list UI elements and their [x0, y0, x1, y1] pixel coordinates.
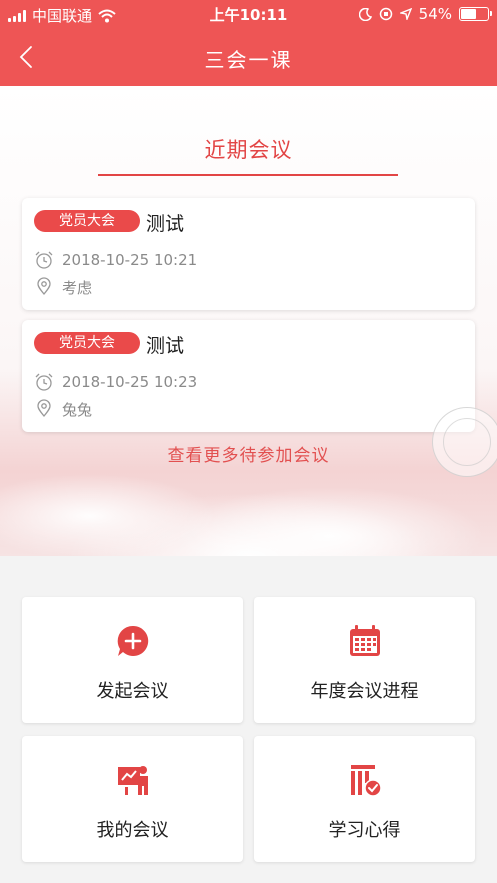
notes-check-icon	[351, 765, 382, 797]
meeting-type-badge: 党员大会	[34, 210, 140, 232]
moon-icon	[358, 7, 372, 21]
status-bar: 中国联通 上午10:11 54%	[0, 0, 497, 28]
tile-label: 学习心得	[328, 820, 401, 841]
location-pin-icon	[37, 399, 51, 418]
meeting-card[interactable]: 党员大会 测试 2018-10-25 10:23 兔兔	[22, 320, 475, 432]
meeting-location: 兔兔	[62, 401, 93, 419]
status-right: 54%	[358, 5, 492, 23]
section-underline	[98, 174, 398, 176]
meeting-datetime: 2018-10-25 10:23	[62, 373, 198, 391]
add-chat-icon	[117, 625, 149, 656]
location-arrow-icon	[399, 8, 412, 20]
location-pin-icon	[37, 277, 51, 296]
meeting-name: 测试	[146, 213, 185, 235]
nav-bar: 三会一课	[0, 28, 497, 86]
more-meetings-link[interactable]: 查看更多待参加会议	[0, 441, 497, 466]
tile-label: 我的会议	[96, 820, 169, 841]
study-notes-tile[interactable]: 学习心得	[254, 736, 475, 862]
tile-label: 年度会议进程	[310, 681, 419, 702]
alarm-clock-icon	[35, 373, 53, 391]
annual-progress-tile[interactable]: 年度会议进程	[254, 597, 475, 723]
my-meetings-tile[interactable]: 我的会议	[22, 736, 243, 862]
calendar-icon	[350, 625, 380, 656]
meeting-name: 测试	[146, 335, 185, 357]
start-meeting-tile[interactable]: 发起会议	[22, 597, 243, 723]
battery-percent: 54%	[418, 5, 452, 23]
meeting-location: 考虑	[62, 279, 93, 297]
meeting-datetime: 2018-10-25 10:21	[62, 251, 198, 269]
meeting-type-badge: 党员大会	[34, 332, 140, 354]
page-title: 三会一课	[204, 48, 293, 72]
section-title: 近期会议	[204, 138, 293, 162]
tile-label: 发起会议	[96, 681, 169, 702]
presenter-icon	[118, 766, 148, 795]
floating-assistive-button[interactable]	[432, 407, 497, 477]
rotation-lock-icon	[379, 7, 392, 21]
meeting-card[interactable]: 党员大会 测试 2018-10-25 10:21 考虑	[22, 198, 475, 310]
alarm-clock-icon	[35, 251, 53, 269]
battery-icon	[459, 7, 492, 21]
